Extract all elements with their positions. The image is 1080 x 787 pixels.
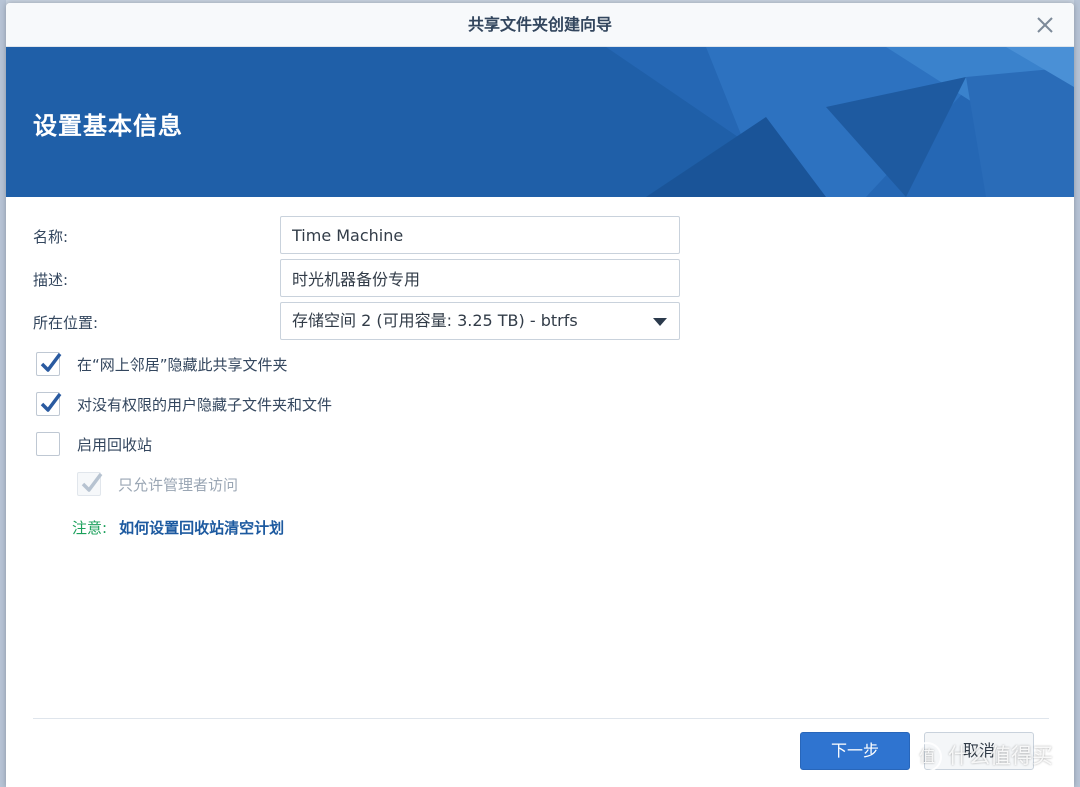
- admin-only-label: 只允许管理者访问: [118, 476, 239, 494]
- hide-in-network-label: 在“网上邻居”隐藏此共享文件夹: [77, 356, 288, 374]
- watermark: 值什么值得买: [912, 740, 1053, 780]
- hide-subfolders-label: 对没有权限的用户隐藏子文件夹和文件: [77, 396, 333, 414]
- hide-subfolders-checkbox[interactable]: [36, 392, 62, 416]
- title-bar: 共享文件夹创建向导: [6, 3, 1074, 47]
- recycle-bin-checkbox[interactable]: [36, 432, 60, 456]
- location-select[interactable]: 存储空间 2 (可用容量: 3.25 TB) - btrfs: [280, 302, 680, 340]
- footer-divider: [33, 718, 1049, 719]
- recycle-schedule-help-link[interactable]: 如何设置回收站清空计划: [119, 519, 284, 537]
- location-label: 所在位置:: [33, 314, 99, 332]
- close-button[interactable]: [1034, 14, 1056, 36]
- watermark-text: 什么值得买: [948, 744, 1053, 768]
- name-row: 名称:: [6, 216, 1074, 254]
- check-icon: [40, 392, 62, 412]
- description-row: 描述:: [6, 259, 1074, 297]
- recycle-bin-note: 注意: 如何设置回收站清空计划: [72, 517, 284, 538]
- next-button[interactable]: 下一步: [800, 732, 910, 770]
- hide-in-network-checkbox[interactable]: [36, 352, 62, 376]
- name-input[interactable]: [280, 216, 680, 254]
- page-heading: 设置基本信息: [33, 112, 183, 140]
- recycle-bin-label: 启用回收站: [77, 436, 153, 454]
- background-window-edge-right: [1074, 0, 1080, 787]
- admin-only-checkbox: [77, 472, 103, 496]
- header-banner: 设置基本信息: [6, 47, 1074, 197]
- location-selected-value: 存储空间 2 (可用容量: 3.25 TB) - btrfs: [292, 311, 578, 330]
- check-icon: [81, 472, 103, 492]
- check-icon: [40, 352, 62, 372]
- shared-folder-wizard-dialog: 共享文件夹创建向导 设置基本信息 名称: 描述:: [6, 3, 1074, 787]
- close-icon: [1037, 17, 1053, 33]
- description-input[interactable]: [280, 259, 680, 297]
- description-label: 描述:: [33, 271, 69, 289]
- note-label: 注意:: [72, 519, 108, 537]
- name-label: 名称:: [33, 228, 69, 246]
- watermark-logo-icon: 值: [912, 742, 942, 772]
- location-row: 所在位置: 存储空间 2 (可用容量: 3.25 TB) - btrfs: [6, 302, 1074, 340]
- chevron-down-icon: [653, 318, 667, 326]
- window-title: 共享文件夹创建向导: [467, 15, 612, 34]
